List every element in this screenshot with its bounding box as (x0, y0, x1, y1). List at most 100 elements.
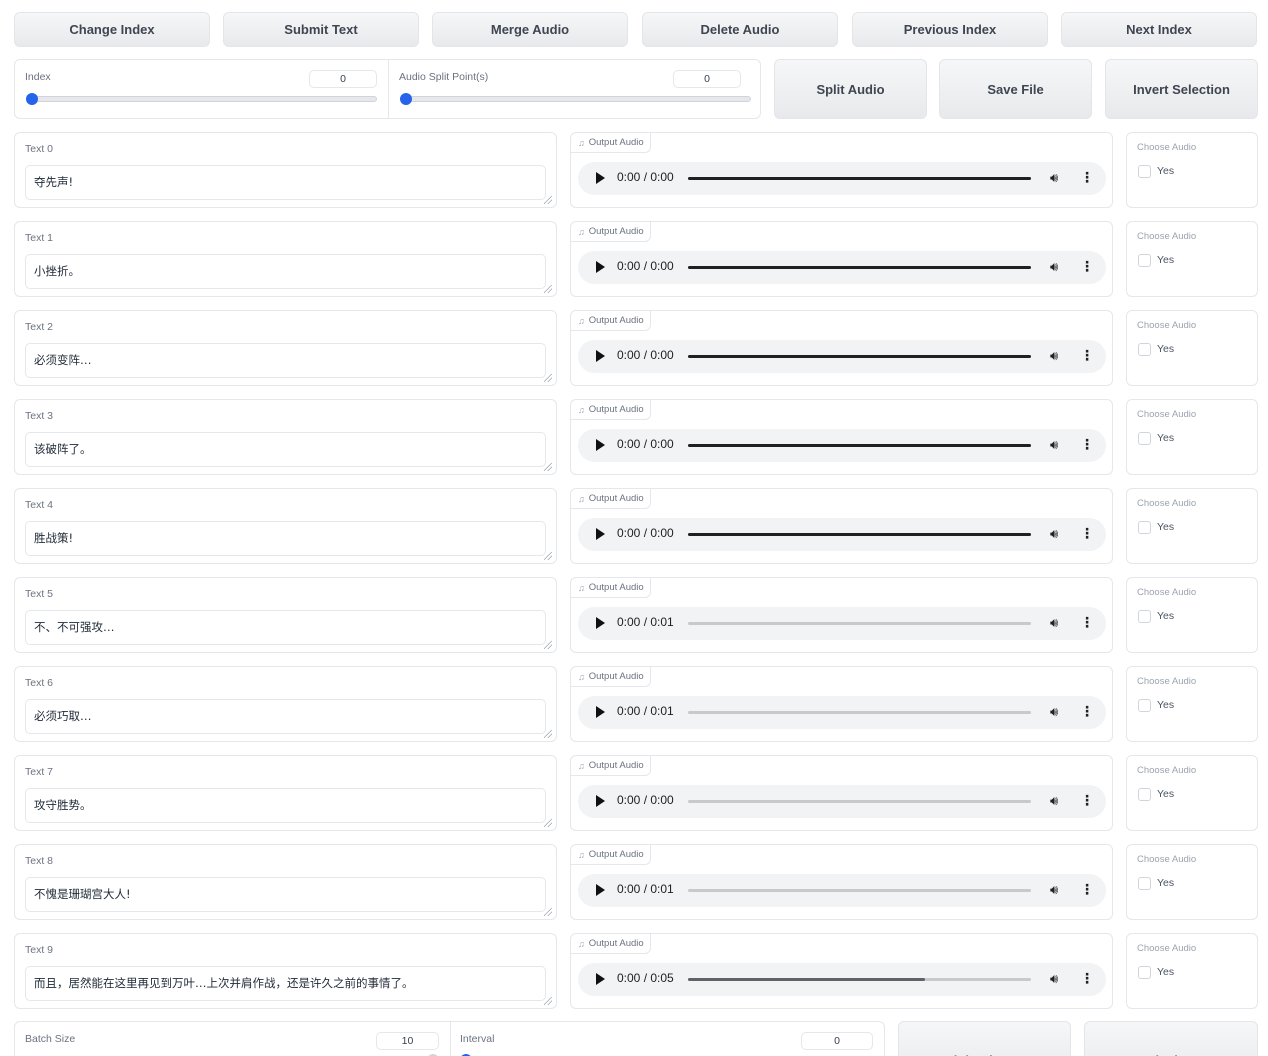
volume-icon[interactable]: 🔊︎ (1050, 971, 1058, 987)
play-icon[interactable] (596, 617, 605, 629)
dark-theme-button[interactable]: Dark Theme (1084, 1021, 1258, 1056)
audio-player[interactable]: 0:00 / 0:00 🔊︎ ⋮ (578, 251, 1106, 284)
audio-player[interactable]: 0:00 / 0:00 🔊︎ ⋮ (578, 162, 1106, 195)
volume-icon[interactable]: 🔊︎ (1050, 170, 1058, 186)
audio-player[interactable]: 0:00 / 0:05 🔊︎ ⋮ (578, 963, 1106, 996)
submit-text-button[interactable]: Submit Text (223, 12, 419, 47)
volume-icon[interactable]: 🔊︎ (1050, 259, 1058, 275)
split-slider-thumb[interactable] (400, 93, 412, 105)
split-number-input[interactable]: 0 (673, 70, 741, 88)
index-number-input[interactable]: 0 (309, 70, 377, 88)
play-icon[interactable] (596, 795, 605, 807)
choose-audio-checkbox[interactable] (1138, 521, 1151, 534)
play-icon[interactable] (596, 884, 605, 896)
volume-icon[interactable]: 🔊︎ (1050, 704, 1058, 720)
more-options-icon[interactable]: ⋮ (1080, 703, 1094, 720)
audio-seek-bar[interactable] (688, 355, 1031, 358)
audio-seek-bar[interactable] (688, 800, 1031, 803)
audio-player[interactable]: 0:00 / 0:00 🔊︎ ⋮ (578, 785, 1106, 818)
more-options-icon[interactable]: ⋮ (1080, 525, 1094, 542)
audio-player[interactable]: 0:00 / 0:00 🔊︎ ⋮ (578, 518, 1106, 551)
audio-seek-bar[interactable] (688, 177, 1031, 180)
resize-grip-icon[interactable] (544, 552, 552, 560)
more-options-icon[interactable]: ⋮ (1080, 792, 1094, 809)
save-file-button[interactable]: Save File (939, 59, 1092, 119)
audio-seek-bar[interactable] (688, 622, 1031, 625)
choose-audio-checkbox[interactable] (1138, 877, 1151, 890)
text-input[interactable]: 胜战策! (25, 521, 546, 556)
volume-icon[interactable]: 🔊︎ (1050, 348, 1058, 364)
volume-icon[interactable]: 🔊︎ (1050, 793, 1058, 809)
audio-seek-bar[interactable] (688, 978, 1031, 981)
text-input[interactable]: 而且，居然能在这里再见到万叶…上次并肩作战，还是许久之前的事情了。 (25, 966, 546, 1001)
audio-player[interactable]: 0:00 / 0:00 🔊︎ ⋮ (578, 340, 1106, 373)
index-slider-thumb[interactable] (26, 93, 38, 105)
split-audio-button[interactable]: Split Audio (774, 59, 927, 119)
more-options-icon[interactable]: ⋮ (1080, 169, 1094, 186)
split-slider-track[interactable] (401, 96, 751, 102)
invert-selection-button[interactable]: Invert Selection (1105, 59, 1258, 119)
audio-seek-bar[interactable] (688, 889, 1031, 892)
play-icon[interactable] (596, 706, 605, 718)
choose-audio-checkbox[interactable] (1138, 254, 1151, 267)
text-input[interactable]: 必须变阵… (25, 343, 546, 378)
audio-seek-bar[interactable] (688, 711, 1031, 714)
interval-input[interactable]: 0 (801, 1032, 873, 1050)
audio-seek-bar[interactable] (688, 266, 1031, 269)
play-icon[interactable] (596, 350, 605, 362)
volume-icon[interactable]: 🔊︎ (1050, 882, 1058, 898)
resize-grip-icon[interactable] (544, 463, 552, 471)
choose-audio-checkbox[interactable] (1138, 966, 1151, 979)
text-input[interactable]: 小挫折。 (25, 254, 546, 289)
resize-grip-icon[interactable] (544, 997, 552, 1005)
light-theme-button[interactable]: Light Theme (898, 1021, 1071, 1056)
audio-player[interactable]: 0:00 / 0:01 🔊︎ ⋮ (578, 874, 1106, 907)
choose-audio-checkbox[interactable] (1138, 432, 1151, 445)
text-input[interactable]: 该破阵了。 (25, 432, 546, 467)
more-options-icon[interactable]: ⋮ (1080, 970, 1094, 987)
text-input[interactable]: 不愧是珊瑚宫大人! (25, 877, 546, 912)
play-icon[interactable] (596, 439, 605, 451)
choose-audio-checkbox[interactable] (1138, 610, 1151, 623)
volume-icon[interactable]: 🔊︎ (1050, 437, 1058, 453)
audio-player[interactable]: 0:00 / 0:01 🔊︎ ⋮ (578, 696, 1106, 729)
volume-icon[interactable]: 🔊︎ (1050, 526, 1058, 542)
audio-seek-bar[interactable] (688, 533, 1031, 536)
text-card: Text 9 而且，居然能在这里再见到万叶…上次并肩作战，还是许久之前的事情了。 (14, 933, 557, 1009)
more-options-icon[interactable]: ⋮ (1080, 881, 1094, 898)
audio-player[interactable]: 0:00 / 0:00 🔊︎ ⋮ (578, 429, 1106, 462)
more-options-icon[interactable]: ⋮ (1080, 614, 1094, 631)
resize-grip-icon[interactable] (544, 819, 552, 827)
merge-audio-button[interactable]: Merge Audio (432, 12, 628, 47)
delete-audio-button[interactable]: Delete Audio (642, 12, 838, 47)
audio-seek-bar[interactable] (688, 444, 1031, 447)
batch-size-input[interactable]: 10 (376, 1032, 439, 1050)
play-icon[interactable] (596, 973, 605, 985)
index-slider-track[interactable] (27, 96, 377, 102)
resize-grip-icon[interactable] (544, 285, 552, 293)
text-input[interactable]: 不、不可强攻… (25, 610, 546, 645)
next-index-button[interactable]: Next Index (1061, 12, 1257, 47)
resize-grip-icon[interactable] (544, 196, 552, 204)
choose-audio-checkbox[interactable] (1138, 165, 1151, 178)
text-input[interactable]: 必须巧取… (25, 699, 546, 734)
play-icon[interactable] (596, 172, 605, 184)
more-options-icon[interactable]: ⋮ (1080, 436, 1094, 453)
resize-grip-icon[interactable] (544, 374, 552, 382)
choose-audio-checkbox[interactable] (1138, 788, 1151, 801)
volume-icon[interactable]: 🔊︎ (1050, 615, 1058, 631)
change-index-button[interactable]: Change Index (14, 12, 210, 47)
play-icon[interactable] (596, 528, 605, 540)
text-input[interactable]: 夺先声! (25, 165, 546, 200)
resize-grip-icon[interactable] (544, 730, 552, 738)
resize-grip-icon[interactable] (544, 908, 552, 916)
choose-audio-checkbox[interactable] (1138, 699, 1151, 712)
choose-audio-checkbox[interactable] (1138, 343, 1151, 356)
more-options-icon[interactable]: ⋮ (1080, 258, 1094, 275)
audio-player[interactable]: 0:00 / 0:01 🔊︎ ⋮ (578, 607, 1106, 640)
more-options-icon[interactable]: ⋮ (1080, 347, 1094, 364)
text-input[interactable]: 攻守胜势。 (25, 788, 546, 823)
play-icon[interactable] (596, 261, 605, 273)
previous-index-button[interactable]: Previous Index (852, 12, 1048, 47)
resize-grip-icon[interactable] (544, 641, 552, 649)
